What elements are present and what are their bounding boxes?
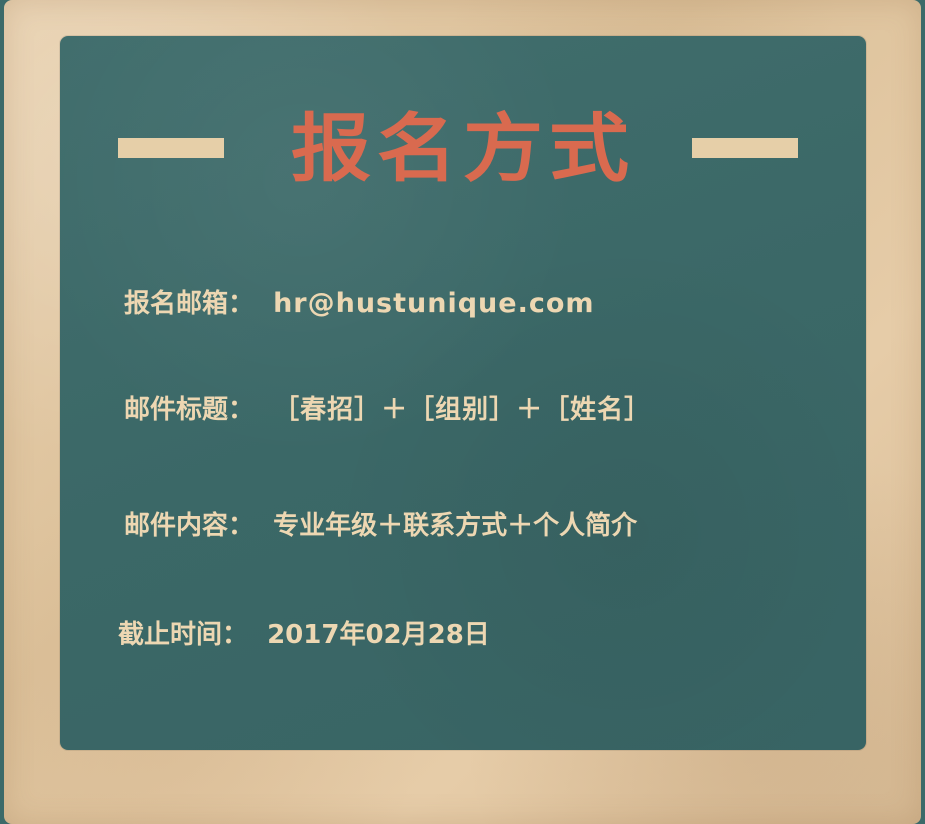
paper-frame: 报名方式 报名邮箱： hr@hustunique.com 邮件标题： ［春招］＋… [4, 0, 921, 824]
title-row: 报名方式 [60, 104, 866, 194]
page-title: 报名方式 [291, 105, 635, 192]
deadline-value: 2017年02月28日 [267, 620, 490, 650]
email-content-value: 专业年级＋联系方式＋个人简介 [273, 511, 638, 541]
deadline-row: 截止时间： 2017年02月28日 [118, 617, 490, 653]
registration-email-value: hr@hustunique.com [273, 288, 595, 319]
deadline-label: 截止时间： [118, 620, 249, 650]
registration-email-row: 报名邮箱： hr@hustunique.com [124, 286, 595, 322]
registration-email-label: 报名邮箱： [124, 289, 255, 319]
email-content-row: 邮件内容： 专业年级＋联系方式＋个人简介 [124, 508, 637, 544]
email-subject-label: 邮件标题： [124, 395, 255, 425]
email-subject-row: 邮件标题： ［春招］＋［组别］＋［姓名］ [124, 392, 651, 428]
title-right-dash [692, 138, 798, 158]
email-content-label: 邮件内容： [124, 511, 255, 541]
chalkboard-panel: 报名方式 报名邮箱： hr@hustunique.com 邮件标题： ［春招］＋… [60, 36, 866, 750]
email-subject-value: ［春招］＋［组别］＋［姓名］ [273, 395, 652, 425]
title-left-dash [118, 138, 224, 158]
